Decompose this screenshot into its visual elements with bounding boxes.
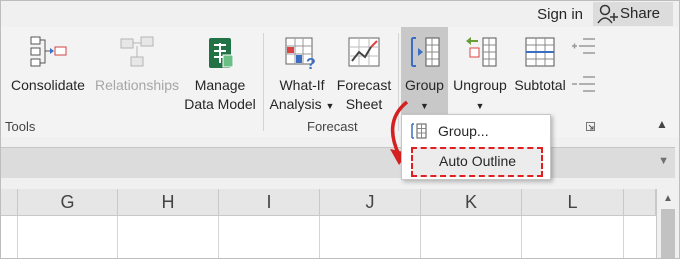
auto-outline-label: Auto Outline xyxy=(439,153,517,169)
show-hide-detail-icon xyxy=(572,38,595,92)
what-if-icon: ? xyxy=(285,37,316,71)
expand-formula-bar-icon[interactable]: ▼ xyxy=(658,155,669,167)
group-menu-label: Group... xyxy=(438,123,489,139)
dialog-launcher-icon[interactable] xyxy=(586,122,595,131)
subtotal-button[interactable]: Subtotal xyxy=(510,27,570,119)
column-header-partial[interactable] xyxy=(624,189,656,216)
column-header[interactable]: L xyxy=(522,189,624,216)
data-ribbon: Consolidate Relationships Manage Data Mo… xyxy=(1,27,679,137)
group-dropdown-menu: Group... Auto Outline xyxy=(401,114,551,180)
svg-text:?: ? xyxy=(306,56,316,71)
manage-label-line2: Data Model xyxy=(184,96,256,112)
manage-data-model-button[interactable]: Manage Data Model xyxy=(179,27,261,119)
forecast-label-line1: Forecast xyxy=(336,77,392,93)
forecast-group-label: Forecast xyxy=(307,119,358,134)
column-header[interactable]: G xyxy=(18,189,118,216)
group-icon xyxy=(411,123,427,139)
grid-line xyxy=(117,216,118,258)
tools-group-label: Tools xyxy=(5,119,36,134)
share-label: Share xyxy=(620,5,661,22)
share-button[interactable]: Share xyxy=(593,2,673,26)
relationships-icon xyxy=(120,36,154,67)
column-header-partial[interactable] xyxy=(1,189,18,216)
forecast-sheet-icon xyxy=(348,37,380,67)
sheet-gap xyxy=(1,178,679,189)
sign-in-link[interactable]: Sign in xyxy=(537,6,583,23)
ungroup-button[interactable]: Ungroup ▼ xyxy=(450,27,510,119)
what-if-analysis-button[interactable]: ? What-If Analysis ▼ xyxy=(269,27,335,119)
manage-label-line1: Manage xyxy=(194,77,246,93)
person-add-icon xyxy=(597,4,618,24)
cell-grid[interactable] xyxy=(1,216,656,258)
group-label: Group xyxy=(405,77,444,93)
collapse-ribbon-icon[interactable]: ▲ xyxy=(656,117,668,131)
relationships-button[interactable]: Relationships xyxy=(93,27,181,119)
what-if-label-line2-text: Analysis xyxy=(269,96,322,112)
group-icon xyxy=(410,37,439,67)
consolidate-icon xyxy=(30,36,67,67)
column-header[interactable]: K xyxy=(421,189,522,216)
formula-bar-gap xyxy=(1,137,679,147)
grid-line xyxy=(17,216,18,258)
vertical-scrollbar[interactable]: ▲ xyxy=(656,189,679,258)
consolidate-label: Consolidate xyxy=(11,77,85,93)
ungroup-icon xyxy=(466,37,497,67)
ungroup-caret: ▼ xyxy=(450,95,510,116)
subtotal-label: Subtotal xyxy=(514,77,566,93)
grid-line xyxy=(319,216,320,258)
column-header[interactable]: J xyxy=(320,189,421,216)
ungroup-label: Ungroup xyxy=(453,77,507,93)
group-menu-item[interactable]: Group... xyxy=(402,119,550,143)
scroll-up-icon[interactable]: ▲ xyxy=(663,193,673,204)
grid-line xyxy=(420,216,421,258)
data-model-icon xyxy=(209,38,234,68)
auto-outline-menu-item[interactable]: Auto Outline xyxy=(411,147,543,177)
chevron-down-icon: ▼ xyxy=(475,101,485,111)
what-if-label-line1: What-If xyxy=(279,77,325,93)
what-if-label-line2: Analysis ▼ xyxy=(269,95,335,116)
column-header[interactable]: I xyxy=(219,189,320,216)
subtotal-icon xyxy=(525,37,555,67)
grid-line xyxy=(521,216,522,258)
column-header[interactable]: H xyxy=(118,189,219,216)
consolidate-button[interactable]: Consolidate xyxy=(5,27,91,119)
excel-window: Sign in Share Consolidate Relationships … xyxy=(0,0,680,259)
scrollbar-thumb[interactable] xyxy=(661,209,675,258)
grid-line xyxy=(218,216,219,258)
title-bar: Sign in Share xyxy=(1,1,679,27)
ribbon-separator xyxy=(263,33,264,131)
formula-bar[interactable]: ▼ xyxy=(1,147,675,179)
grid-line xyxy=(623,216,624,258)
relationships-label: Relationships xyxy=(94,77,180,93)
